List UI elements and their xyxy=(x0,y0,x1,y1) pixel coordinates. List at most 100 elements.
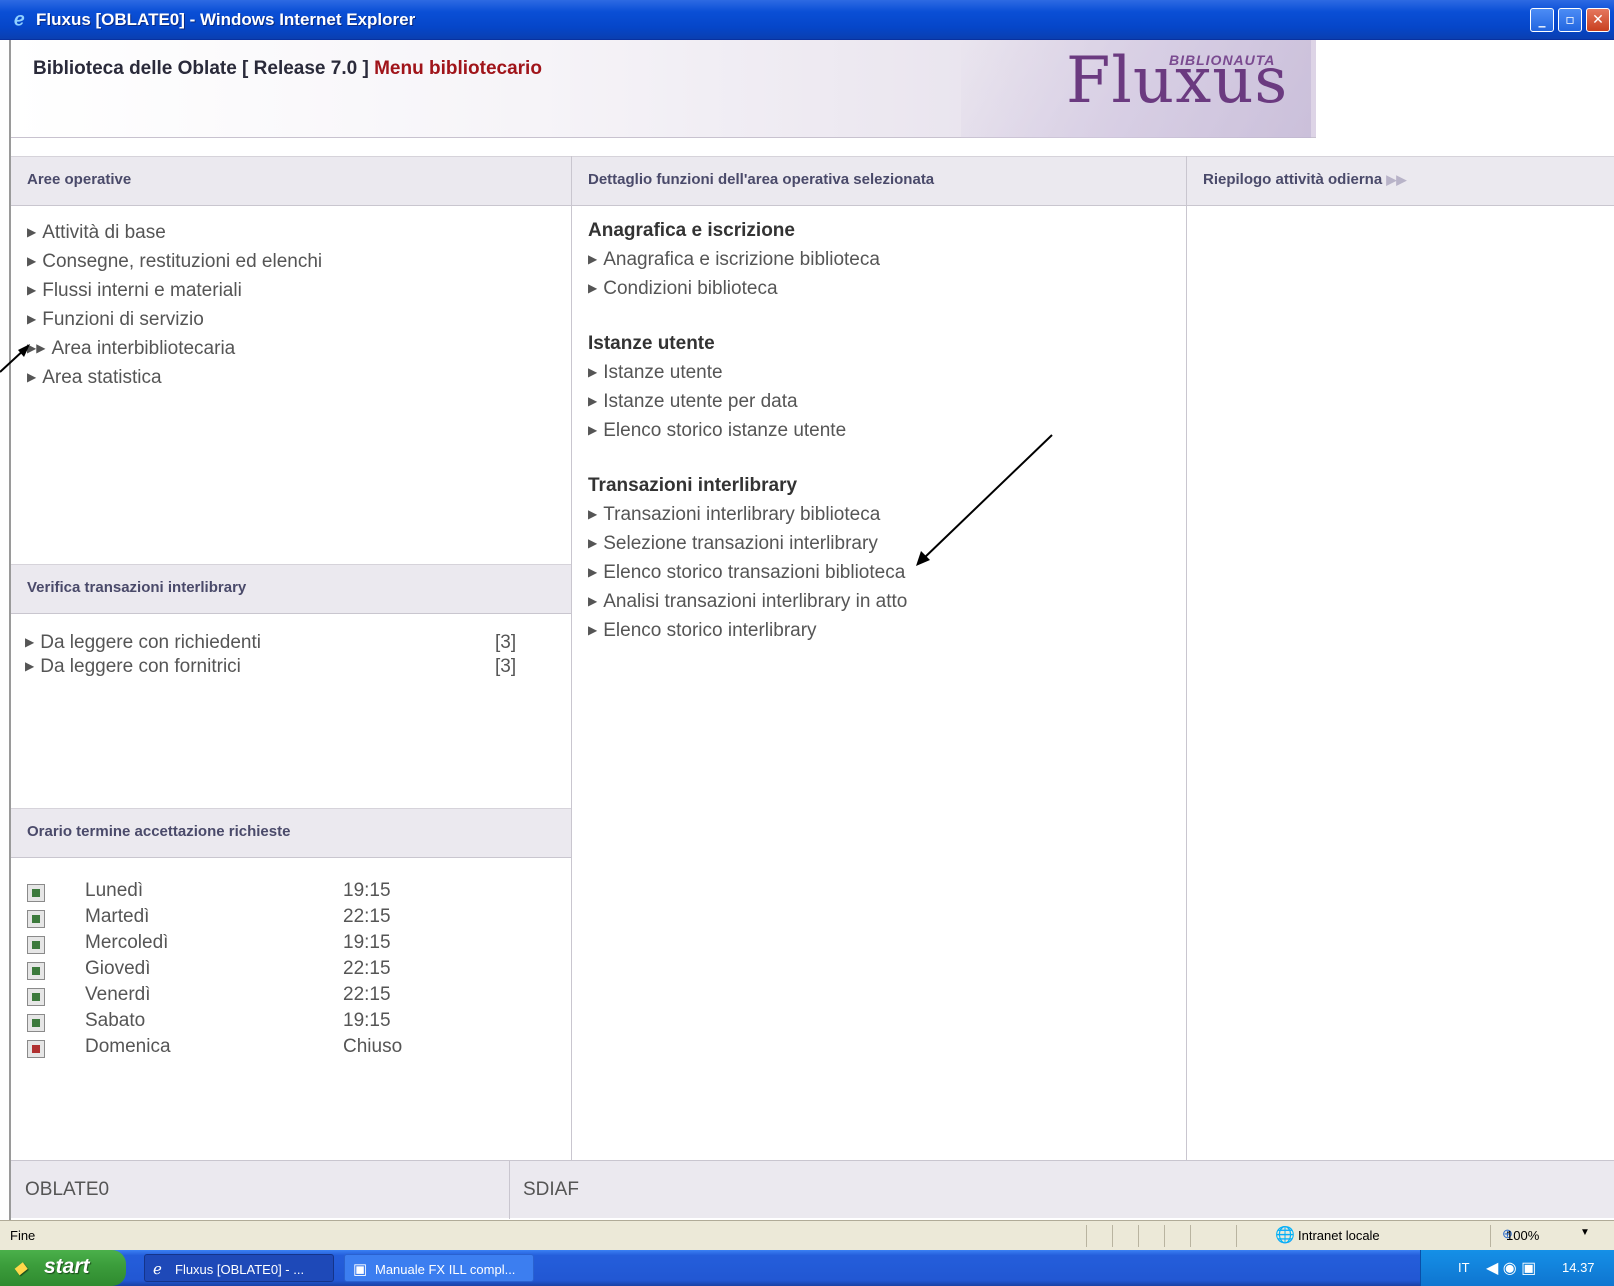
verifica-count: [3] xyxy=(495,632,517,653)
function-group-title: Istanze utente xyxy=(588,333,715,354)
triangle-icon: ▶ xyxy=(588,423,598,437)
verifica-item[interactable]: ▶ Da leggere con fornitrici xyxy=(25,656,241,678)
function-link[interactable]: ▶ Transazioni interlibrary biblioteca xyxy=(588,504,880,526)
status-square-icon xyxy=(27,1014,45,1032)
aree-item-label: Flussi interni e materiali xyxy=(42,280,242,301)
orario-time: 19:15 xyxy=(343,1010,391,1031)
footer-library-code: OBLATE0 xyxy=(25,1179,110,1200)
triangle-icon: ▶ xyxy=(588,365,598,379)
function-link[interactable]: ▶ Anagrafica e iscrizione biblioteca xyxy=(588,249,880,271)
orario-row: Venerdì 22:15 xyxy=(27,984,547,1010)
orario-day: Mercoledì xyxy=(85,932,169,953)
aree-item-label: Area interbibliotecaria xyxy=(51,338,236,359)
function-link-label: Transazioni interlibrary biblioteca xyxy=(603,504,881,525)
task-label: Manuale FX ILL compl... xyxy=(375,1262,516,1277)
function-link[interactable]: ▶ Istanze utente per data xyxy=(588,391,798,413)
status-square-icon xyxy=(27,1040,45,1058)
aree-item[interactable]: ▶ Consegne, restituzioni ed elenchi xyxy=(27,251,322,273)
function-link-label: Elenco storico transazioni biblioteca xyxy=(603,562,906,583)
triangle-icon: ▶ xyxy=(27,370,37,384)
orario-row: Sabato 19:15 xyxy=(27,1010,547,1036)
function-link[interactable]: ▶ Elenco storico interlibrary xyxy=(588,620,817,642)
orario-day: Giovedì xyxy=(85,958,151,979)
verifica-heading: Verifica transazioni interlibrary xyxy=(11,564,571,614)
orario-row: Giovedì 22:15 xyxy=(27,958,547,984)
aree-item[interactable]: ▶ Funzioni di servizio xyxy=(27,309,204,331)
windows-flag-icon: ◆ xyxy=(14,1260,27,1277)
aree-item[interactable]: ▶ Area statistica xyxy=(27,367,162,389)
function-link[interactable]: ▶ Analisi transazioni interlibrary in att… xyxy=(588,591,907,613)
orario-heading: Orario termine accettazione richieste xyxy=(11,808,571,858)
double-chevron-icon: ▶▶ xyxy=(1386,172,1407,187)
taskbar-item-fluxus[interactable]: ℯ Fluxus [OBLATE0] - ... xyxy=(144,1254,334,1282)
triangle-icon: ▶ xyxy=(588,565,598,579)
minimize-button[interactable]: _ xyxy=(1530,8,1554,32)
function-link[interactable]: ▶ Elenco storico transazioni biblioteca xyxy=(588,562,905,584)
triangle-icon: ▶ xyxy=(588,394,598,408)
status-square-icon xyxy=(27,962,45,980)
aree-item-label: Funzioni di servizio xyxy=(42,309,204,330)
status-square-icon xyxy=(27,988,45,1006)
aree-item[interactable]: ▶ Flussi interni e materiali xyxy=(27,280,242,302)
status-separator xyxy=(1236,1225,1237,1247)
right-column: Riepilogo attività odierna ▶▶ xyxy=(1187,156,1614,1198)
orario-row: Lunedì 19:15 xyxy=(27,880,547,906)
maximize-button[interactable]: ▫ xyxy=(1558,8,1582,32)
logo-tagline: BIBLIONAUTA xyxy=(1169,52,1276,68)
aree-operative-heading: Aree operative xyxy=(11,156,571,206)
function-link[interactable]: ▶ Selezione transazioni interlibrary xyxy=(588,533,878,555)
orario-time: 19:15 xyxy=(343,932,391,953)
function-link[interactable]: ▶ Elenco storico istanze utente xyxy=(588,420,846,442)
dettaglio-heading: Dettaglio funzioni dell'area operativa s… xyxy=(572,156,1186,206)
status-square-fill xyxy=(32,993,40,1001)
status-separator xyxy=(1164,1225,1165,1247)
taskbar-item-manuale[interactable]: ▣ Manuale FX ILL compl... xyxy=(344,1254,534,1282)
aree-item[interactable]: ▶ Attività di base xyxy=(27,222,166,244)
orario-time: Chiuso xyxy=(343,1036,403,1057)
aree-item-label: Area statistica xyxy=(42,367,162,388)
middle-column: Dettaglio funzioni dell'area operativa s… xyxy=(572,156,1187,1198)
browser-content: Biblioteca delle Oblate [ Release 7.0 ] … xyxy=(9,40,1614,1220)
verifica-label: Da leggere con richiedenti xyxy=(40,632,261,653)
tray-icons[interactable]: ◀ ◉ ▣ xyxy=(1486,1258,1536,1278)
intranet-zone-icon: 🌐 xyxy=(1275,1227,1295,1244)
task-label: Fluxus [OBLATE0] - ... xyxy=(175,1262,305,1277)
riepilogo-heading[interactable]: Riepilogo attività odierna ▶▶ xyxy=(1187,156,1614,206)
verifica-item[interactable]: ▶ Da leggere con richiedenti xyxy=(25,632,261,654)
zoom-dropdown-icon[interactable]: ▼ xyxy=(1580,1227,1590,1238)
function-link-label: Condizioni biblioteca xyxy=(603,278,778,299)
function-link-label: Istanze utente per data xyxy=(603,391,798,412)
triangle-icon: ▶ xyxy=(27,283,37,297)
orario-time: 22:15 xyxy=(343,906,391,927)
library-name: Biblioteca delle Oblate [ Release 7.0 ] xyxy=(33,58,369,79)
function-link-label: Elenco storico istanze utente xyxy=(603,420,847,441)
orario-day: Domenica xyxy=(85,1036,171,1057)
security-zone: Intranet locale xyxy=(1298,1228,1380,1243)
function-link[interactable]: ▶ Condizioni biblioteca xyxy=(588,278,778,300)
title-bar[interactable]: ℯ Fluxus [OBLATE0] - Windows Internet Ex… xyxy=(0,0,1614,40)
clock: 14.37 xyxy=(1562,1260,1595,1275)
header-banner: Biblioteca delle Oblate [ Release 7.0 ] … xyxy=(11,40,1316,138)
footer-system: SDIAF xyxy=(523,1179,579,1200)
start-label: start xyxy=(44,1255,90,1278)
status-square-fill xyxy=(32,967,40,975)
zoom-level[interactable]: 100% xyxy=(1506,1228,1539,1243)
status-separator xyxy=(1086,1225,1087,1247)
status-bar: Fine 🌐 Intranet locale ⊕ 100% ▼ xyxy=(0,1220,1614,1250)
language-indicator[interactable]: IT xyxy=(1458,1260,1470,1275)
triangle-icon: ▶ xyxy=(25,659,35,673)
status-square-fill xyxy=(32,1019,40,1027)
orario-row: Martedì 22:15 xyxy=(27,906,547,932)
aree-item[interactable]: ▶▶ Area interbibliotecaria xyxy=(27,338,235,360)
function-link-label: Analisi transazioni interlibrary in atto xyxy=(603,591,908,612)
ie-icon: ℯ xyxy=(153,1261,162,1278)
riepilogo-label: Riepilogo attività odierna xyxy=(1203,171,1383,188)
function-group-title: Anagrafica e iscrizione xyxy=(588,220,795,241)
function-link-label: Anagrafica e iscrizione biblioteca xyxy=(603,249,880,270)
function-link[interactable]: ▶ Istanze utente xyxy=(588,362,723,384)
left-column: Aree operative ▶ Attività di base ▶ Consegn… xyxy=(11,156,572,1198)
function-link-label: Selezione transazioni interlibrary xyxy=(603,533,878,554)
close-button[interactable]: ✕ xyxy=(1586,8,1610,32)
menu-title: Menu bibliotecario xyxy=(374,58,542,79)
start-button[interactable]: ◆ start xyxy=(0,1250,126,1286)
